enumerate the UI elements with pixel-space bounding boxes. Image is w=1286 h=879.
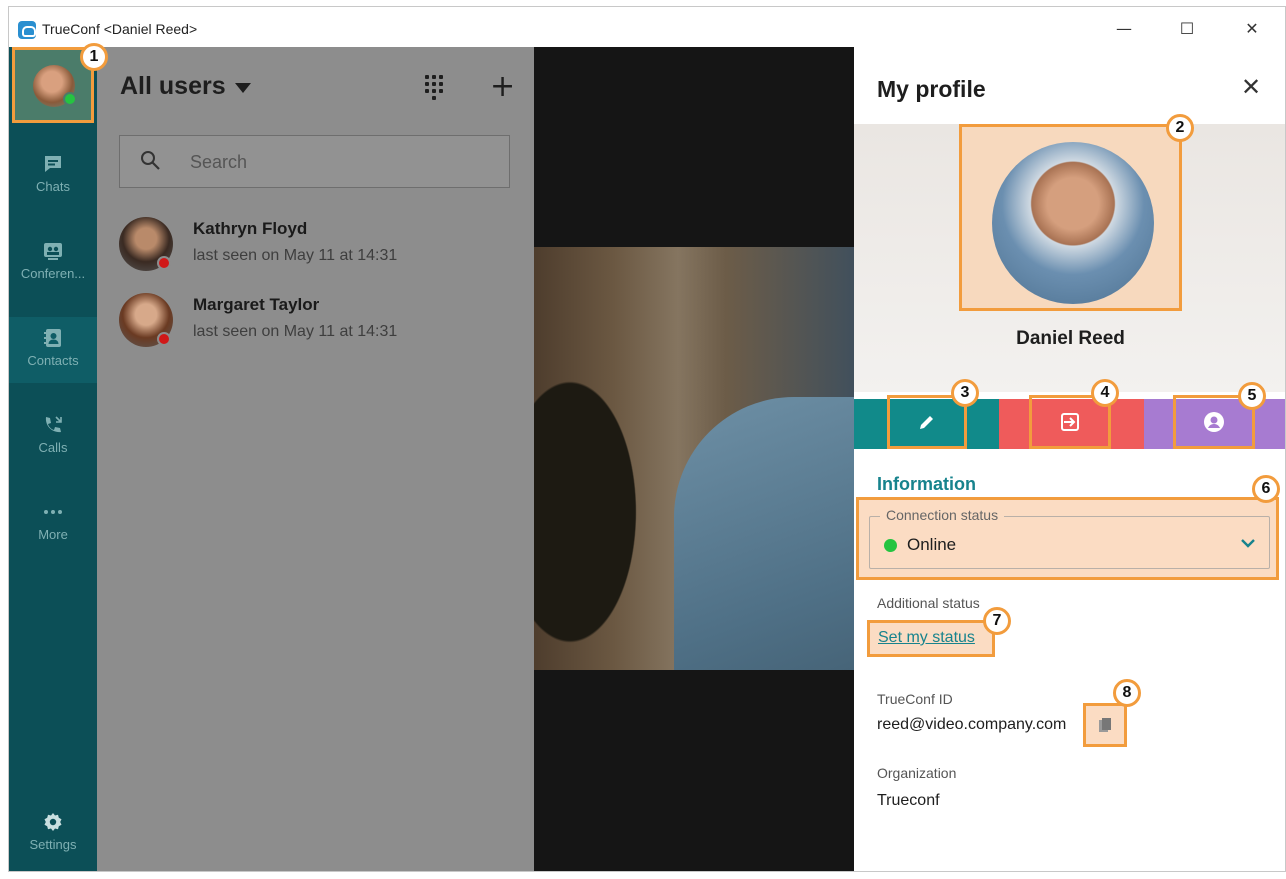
connection-status-label: Connection status [880, 507, 1005, 523]
contacts-panel: All users + Kathryn Floyd last seen on M… [97, 47, 534, 871]
profile-title: My profile [877, 76, 986, 102]
app-window: TrueConf <Daniel Reed> — ☐ ✕ Chats Confe… [8, 6, 1286, 872]
copy-icon [1099, 718, 1111, 732]
connection-status-select[interactable]: Connection status Online [869, 507, 1270, 569]
minimize-button[interactable]: — [1101, 15, 1147, 43]
contacts-icon [44, 329, 61, 347]
profile-name: Daniel Reed [1016, 328, 1125, 349]
gear-icon [44, 813, 62, 831]
sidebar-item-contacts[interactable]: Contacts [9, 317, 97, 383]
contact-list-item[interactable]: Kathryn Floyd last seen on May 11 at 14:… [97, 212, 534, 288]
sidebar-item-conferences[interactable]: Conferen... [9, 230, 97, 296]
plant-shape [534, 377, 654, 670]
sidebar-item-chats[interactable]: Chats [9, 143, 97, 209]
contact-last-seen: last seen on May 11 at 14:31 [193, 247, 398, 264]
sidebar-nav: Chats Conferen... Contacts Calls More Se… [9, 47, 97, 871]
callout-marker-3: 3 [951, 379, 979, 407]
contact-list-item[interactable]: Margaret Taylor last seen on May 11 at 1… [97, 288, 534, 364]
callout-marker-8: 8 [1113, 679, 1141, 707]
contact-name: Kathryn Floyd [193, 219, 308, 238]
offline-status-dot [157, 256, 171, 270]
connection-status-value: Online [907, 535, 957, 554]
profile-action-bar [854, 395, 1285, 449]
logout-icon [1061, 413, 1079, 431]
chevron-down-icon [1241, 539, 1255, 548]
callout-marker-1: 1 [80, 43, 108, 71]
callout-marker-2: 2 [1166, 114, 1194, 142]
add-contact-button[interactable]: + [490, 72, 515, 102]
video-background [534, 47, 854, 871]
sidebar-item-more[interactable]: More [9, 491, 97, 557]
information-heading: Information [877, 474, 976, 494]
set-status-link-wrapper: Set my status [867, 620, 995, 657]
profile-avatar [992, 142, 1154, 304]
connection-status-highlight: Connection status Online [856, 497, 1279, 580]
organization-label: Organization [877, 765, 957, 781]
title-bar: TrueConf <Daniel Reed> — ☐ ✕ [9, 7, 1285, 47]
contact-last-seen: last seen on May 11 at 14:31 [193, 323, 398, 340]
chat-icon [45, 156, 61, 172]
search-input[interactable] [190, 148, 490, 176]
maximize-button[interactable]: ☐ [1164, 15, 1210, 43]
offline-status-dot [157, 332, 171, 346]
pencil-icon [920, 416, 933, 429]
close-profile-button[interactable]: ✕ [1241, 73, 1261, 101]
additional-status-label: Additional status [877, 595, 980, 611]
window-title: TrueConf <Daniel Reed> [42, 21, 198, 37]
close-window-button[interactable]: ✕ [1229, 15, 1275, 43]
sidebar-item-settings[interactable]: Settings [9, 801, 97, 867]
sidebar-item-calls[interactable]: Calls [9, 404, 97, 470]
trueconf-id-value: reed@video.company.com [877, 716, 1067, 733]
online-status-dot [884, 539, 897, 552]
profile-photo-button[interactable] [959, 124, 1182, 311]
callout-marker-4: 4 [1091, 379, 1119, 407]
conference-icon [44, 243, 62, 260]
copy-id-button[interactable] [1083, 703, 1127, 747]
set-status-link[interactable]: Set my status [878, 629, 975, 647]
organization-value: Trueconf [877, 792, 940, 809]
search-icon [141, 151, 160, 170]
more-icon [44, 510, 62, 514]
trueconf-id-label: TrueConf ID [877, 691, 953, 707]
calls-icon [45, 416, 62, 433]
dialpad-icon[interactable] [425, 75, 447, 103]
profile-header: Daniel Reed [854, 124, 1285, 392]
trueconf-logo-icon [18, 21, 36, 39]
person-shape [674, 397, 854, 670]
callout-marker-6: 6 [1252, 475, 1280, 503]
callout-marker-7: 7 [983, 607, 1011, 635]
my-profile-panel: My profile ✕ Daniel Reed Information Con… [854, 47, 1285, 871]
account-icon [1204, 412, 1224, 432]
self-view-video [534, 247, 854, 670]
caret-down-icon[interactable] [235, 83, 251, 93]
search-field[interactable] [119, 135, 510, 188]
online-status-dot [63, 92, 77, 106]
callout-marker-5: 5 [1238, 382, 1266, 410]
contact-name: Margaret Taylor [193, 295, 320, 314]
contacts-filter-title[interactable]: All users [120, 72, 226, 101]
